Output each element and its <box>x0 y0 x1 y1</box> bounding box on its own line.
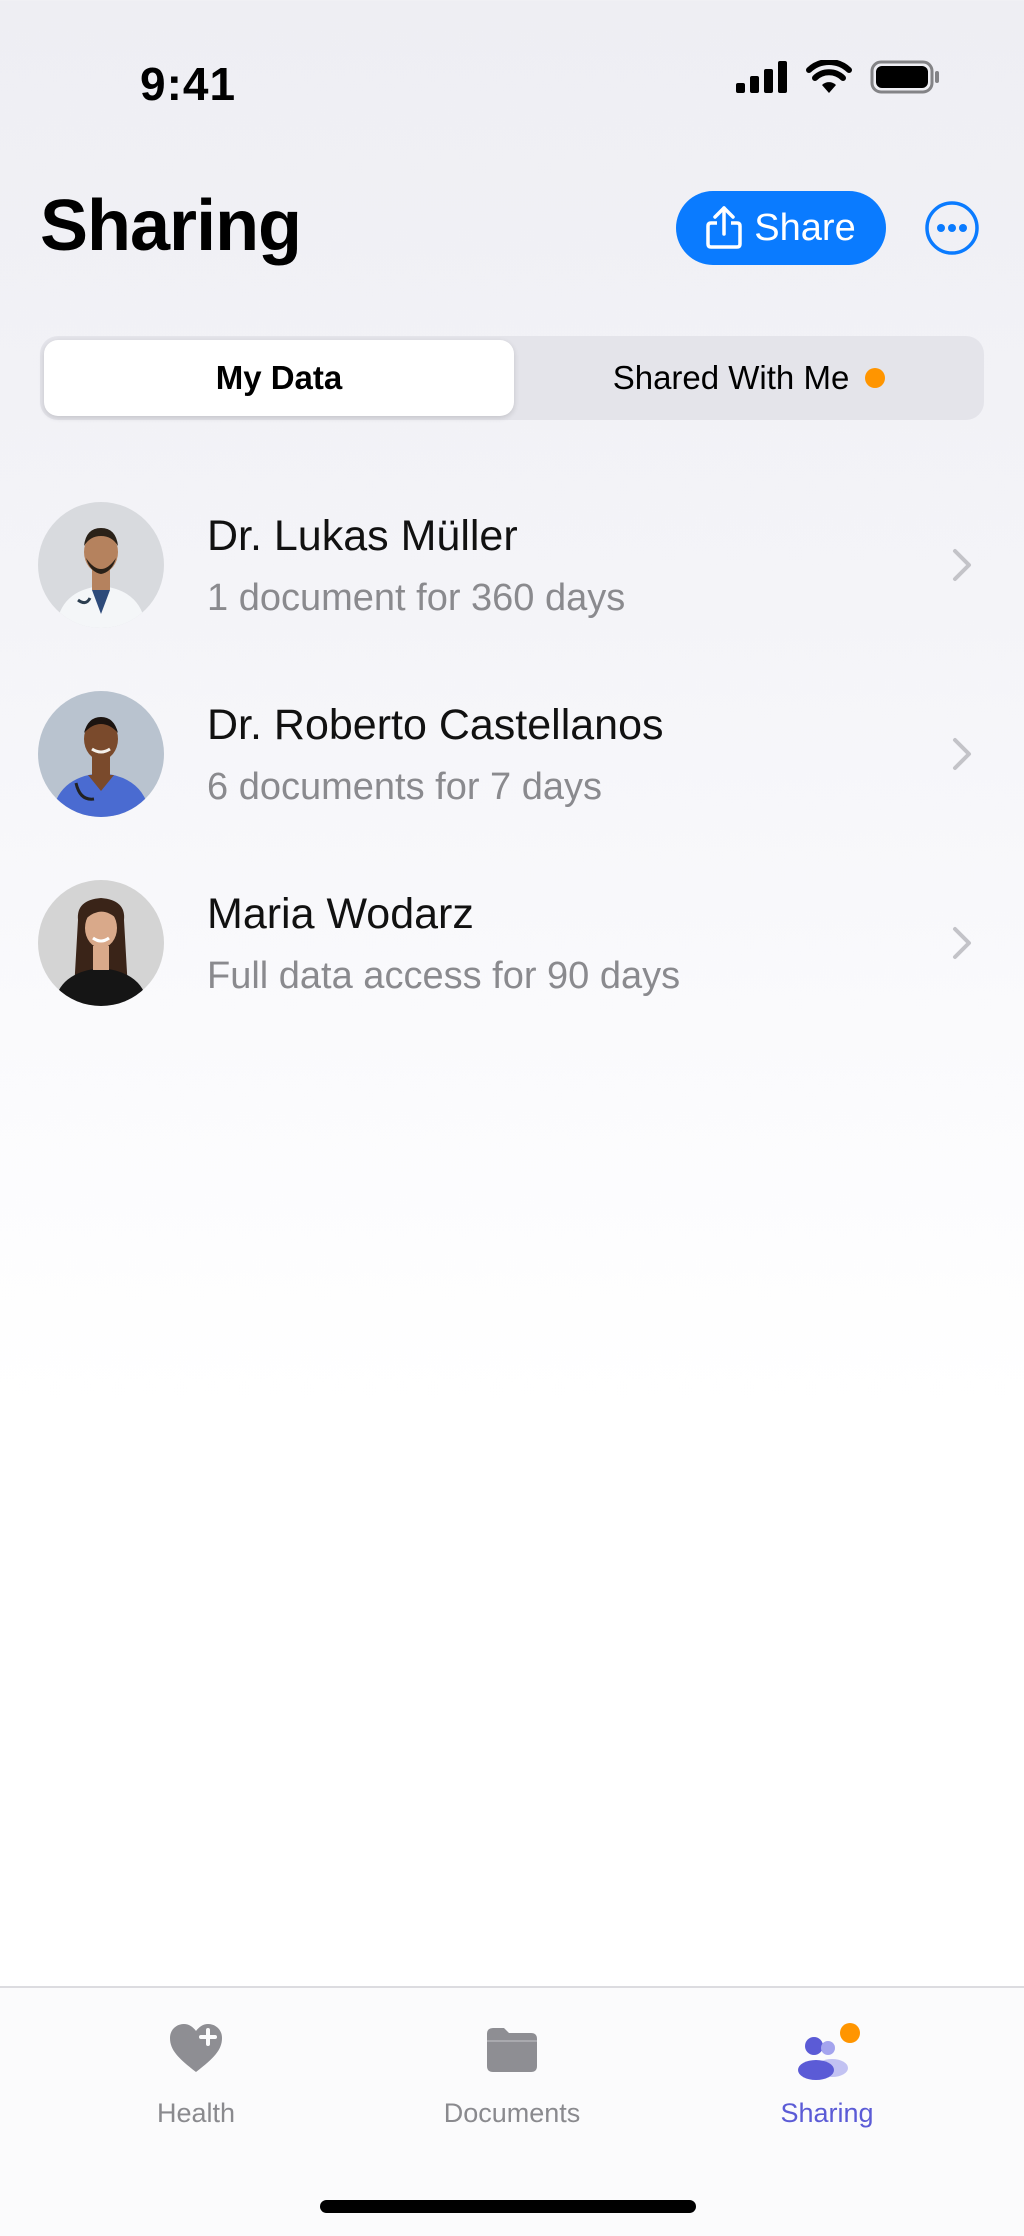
status-time: 9:41 <box>140 58 237 110</box>
segment-my-data[interactable]: My Data <box>44 340 514 416</box>
segment-label: Shared With Me <box>612 359 850 396</box>
avatar <box>38 691 164 817</box>
tab-label: Sharing <box>780 2098 874 2128</box>
chevron-right-icon <box>953 927 971 959</box>
segment-shared-with-me[interactable]: Shared With Me <box>518 340 980 416</box>
status-bar: 9:41 <box>0 0 1024 160</box>
share-detail: 1 document for 360 days <box>207 577 626 619</box>
list-item[interactable]: Dr. Lukas Müller 1 document for 360 days <box>0 492 1024 681</box>
avatar <box>38 880 164 1006</box>
avatar <box>38 502 164 628</box>
ellipsis-circle-icon[interactable] <box>924 200 980 256</box>
chevron-right-icon <box>953 738 971 770</box>
status-icons <box>736 60 940 94</box>
share-detail: Full data access for 90 days <box>207 955 681 997</box>
cellular-signal-icon <box>736 61 787 93</box>
wifi-icon <box>806 60 852 93</box>
tab-label: Documents <box>443 2098 581 2128</box>
share-button-label: Share <box>754 206 856 249</box>
tab-bar: Health Documents Sharing <box>0 1986 1024 2236</box>
home-indicator <box>320 2200 696 2213</box>
share-icon <box>706 206 743 249</box>
list-item[interactable]: Dr. Roberto Castellanos 6 documents for … <box>0 681 1024 870</box>
tab-label: Health <box>156 2098 236 2128</box>
segment-label: My Data <box>215 359 343 396</box>
folder-icon <box>487 2028 537 2072</box>
tab-sharing[interactable]: Sharing <box>717 1988 937 2148</box>
tab-health[interactable]: Health <box>86 1988 306 2148</box>
battery-icon <box>870 60 939 94</box>
page-title: Sharing <box>40 186 302 266</box>
contact-name: Dr. Lukas Müller <box>207 512 518 560</box>
share-detail: 6 documents for 7 days <box>207 766 602 808</box>
share-button[interactable]: Share <box>676 191 886 265</box>
segmented-control: My Data Shared With Me <box>40 336 984 420</box>
shares-list: Dr. Lukas Müller 1 document for 360 days… <box>0 492 1024 1059</box>
list-item[interactable]: Maria Wodarz Full data access for 90 day… <box>0 870 1024 1059</box>
contact-name: Maria Wodarz <box>207 890 474 938</box>
people-icon <box>798 2023 860 2080</box>
heart-plus-icon <box>170 2024 222 2072</box>
tab-documents[interactable]: Documents <box>402 1988 622 2148</box>
chevron-right-icon <box>953 549 971 581</box>
contact-name: Dr. Roberto Castellanos <box>207 701 664 749</box>
notification-badge <box>865 368 886 388</box>
